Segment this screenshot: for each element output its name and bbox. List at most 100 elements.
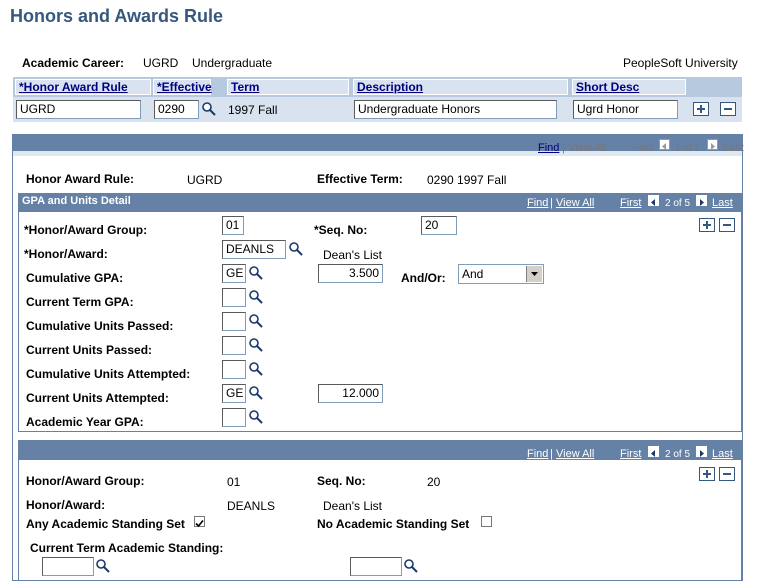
current-units-attempted-lookup-icon[interactable]	[248, 385, 264, 401]
header-description[interactable]: Description	[357, 80, 423, 94]
header-term[interactable]: Term	[231, 80, 259, 94]
standing-next-button[interactable]	[696, 446, 707, 457]
current-units-attempted-label: Current Units Attempted:	[26, 391, 169, 405]
plus-icon	[697, 105, 705, 113]
outer-last-link[interactable]: Last	[723, 142, 744, 154]
cumulative-units-passed-operator-input[interactable]	[222, 312, 246, 331]
academic-career-label: Academic Career:	[22, 56, 125, 70]
current-units-passed-operator-input[interactable]	[222, 336, 246, 355]
description-input[interactable]: Undergraduate Honors	[354, 100, 557, 119]
cumulative-gpa-label: Cumulative GPA:	[26, 271, 124, 285]
outer-find-link[interactable]: Find	[538, 142, 559, 154]
cumulative-gpa-operator-input[interactable]: GE	[222, 264, 246, 283]
any-academic-standing-checkbox[interactable]	[194, 516, 205, 528]
outer-record-count: 1 of 1	[675, 143, 701, 154]
standing-first-link[interactable]: First	[620, 448, 641, 460]
gpa-last-link[interactable]: Last	[712, 197, 733, 209]
seq-no-input[interactable]: 20	[421, 216, 457, 235]
header-honor-award-rule[interactable]: *Honor Award Rule	[19, 80, 128, 94]
honor-award-rule-label: Honor Award Rule:	[26, 172, 135, 186]
cumulative-units-passed-lookup-icon[interactable]	[248, 313, 264, 329]
current-units-passed-label: Current Units Passed:	[26, 343, 153, 357]
current-units-attempted-operator-input[interactable]: GE	[222, 384, 246, 403]
honor-award-label: *Honor/Award:	[24, 247, 108, 261]
current-units-attempted-value-input[interactable]: 12.000	[318, 384, 383, 403]
honor-award-description: Dean's List	[323, 248, 382, 262]
no-academic-standing-checkbox[interactable]	[481, 516, 492, 527]
header-effective[interactable]: *Effective	[157, 80, 212, 94]
gpa-add-row-button[interactable]	[699, 218, 715, 232]
outer-first-link[interactable]: First	[632, 142, 653, 154]
current-term-gpa-label: Current Term GPA:	[26, 295, 134, 309]
gpa-find-link[interactable]: Find	[527, 197, 548, 209]
add-row-button[interactable]	[693, 102, 709, 116]
dropdown-button[interactable]	[526, 266, 542, 282]
honor-award-rule-input[interactable]: UGRD	[16, 100, 141, 119]
standing-find-link[interactable]: Find	[527, 448, 548, 460]
arrow-left-icon	[651, 199, 655, 206]
gpa-view-all-link[interactable]: View All	[556, 197, 594, 209]
cumulative-gpa-lookup-icon[interactable]	[248, 265, 264, 281]
standing-add-row-button[interactable]	[699, 467, 715, 481]
cumulative-units-attempted-operator-input[interactable]	[222, 360, 246, 379]
seq-no-label: *Seq. No:	[314, 223, 368, 237]
current-units-passed-lookup-icon[interactable]	[248, 337, 264, 353]
standing-nav-separator: |	[550, 448, 553, 460]
and-or-dropdown[interactable]: And	[458, 264, 544, 284]
honor-award-input[interactable]: DEANLS	[222, 240, 286, 259]
current-term-standing-lookup-icon-2[interactable]	[403, 558, 419, 574]
plus-icon	[703, 221, 711, 229]
outer-nav-separator: |	[562, 142, 565, 154]
standing-prev-button[interactable]	[648, 446, 659, 457]
term-description: 1997 Fall	[228, 103, 278, 117]
page-title: Honors and Awards Rule	[10, 6, 224, 26]
no-academic-standing-label: No Academic Standing Set	[317, 517, 470, 531]
effective-term-value: 0290 1997 Fall	[427, 173, 507, 187]
effective-term-input[interactable]: 0290	[154, 100, 199, 119]
standing-view-all-link[interactable]: View All	[556, 448, 594, 460]
outer-next-button[interactable]	[707, 139, 718, 150]
short-desc-input[interactable]: Ugrd Honor	[573, 100, 678, 119]
minus-icon	[724, 108, 732, 110]
cumulative-units-attempted-lookup-icon[interactable]	[248, 361, 264, 377]
honor-award-lookup-icon[interactable]	[288, 241, 304, 257]
gpa-delete-row-button[interactable]	[719, 218, 735, 232]
delete-row-button[interactable]	[720, 102, 736, 116]
standing-seq-value: 20	[427, 475, 441, 489]
gpa-first-link[interactable]: First	[620, 197, 641, 209]
gpa-prev-button[interactable]	[648, 195, 659, 206]
honor-award-rule-value: UGRD	[187, 173, 223, 187]
standing-delete-row-button[interactable]	[719, 467, 735, 481]
current-term-standing-lookup-icon-1[interactable]	[95, 558, 111, 574]
academic-year-gpa-operator-input[interactable]	[222, 408, 246, 427]
current-term-gpa-operator-input[interactable]	[222, 288, 246, 307]
current-term-standing-input-2[interactable]	[350, 557, 402, 576]
gpa-next-button[interactable]	[696, 195, 707, 206]
arrow-right-icon	[711, 143, 715, 150]
standing-last-link[interactable]: Last	[712, 448, 733, 460]
cumulative-gpa-value-input[interactable]: 3.500	[318, 264, 383, 283]
outer-view-all[interactable]: View All	[568, 142, 606, 154]
standing-record-count: 2 of 5	[665, 449, 691, 460]
current-term-gpa-lookup-icon[interactable]	[248, 289, 264, 305]
header-short-desc[interactable]: Short Desc	[576, 80, 639, 94]
current-term-standing-input-1[interactable]	[42, 557, 94, 576]
plus-icon	[703, 470, 711, 478]
gpa-nav-separator: |	[550, 197, 553, 209]
arrow-left-icon	[662, 143, 666, 150]
academic-career-name: Undergraduate	[192, 56, 273, 70]
gpa-units-section-title: GPA and Units Detail	[22, 195, 131, 207]
and-or-selected-value: And	[462, 267, 484, 281]
minus-icon	[723, 473, 731, 475]
effective-term-lookup-icon[interactable]	[201, 101, 217, 117]
minus-icon	[723, 224, 731, 226]
arrow-left-icon	[651, 450, 655, 457]
academic-year-gpa-lookup-icon[interactable]	[248, 409, 264, 425]
effective-term-label: Effective Term:	[317, 172, 403, 186]
outer-prev-button[interactable]	[659, 139, 670, 150]
gpa-record-count: 2 of 5	[665, 198, 691, 209]
grid-header-row: *Honor Award Rule *Effective Term Descri…	[13, 76, 742, 97]
honor-award-group-input[interactable]: 01	[222, 216, 244, 235]
standing-group-label: Honor/Award Group:	[26, 474, 145, 488]
arrow-right-icon	[700, 450, 704, 457]
